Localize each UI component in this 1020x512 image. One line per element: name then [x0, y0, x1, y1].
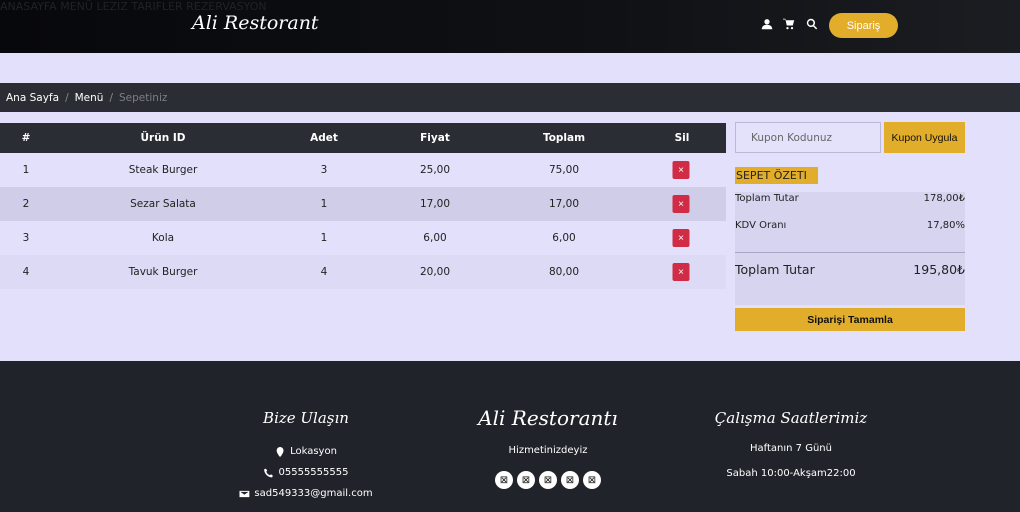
search-icon[interactable]: [806, 18, 820, 32]
cart-summary: Toplam Tutar 178,00₺ KDV Oranı 17,80% To…: [735, 192, 965, 305]
row-qty: 3: [320, 164, 328, 176]
footer-hours-time: Sabah 10:00-Akşam22:00: [726, 468, 856, 479]
footer-tagline: Hizmetinizdeyiz: [508, 445, 588, 456]
row-price: 6,00: [423, 232, 447, 244]
row-total: 75,00: [548, 164, 580, 176]
breadcrumb-home[interactable]: Ana Sayfa: [6, 92, 59, 104]
tax-value: 17,80%: [926, 220, 965, 231]
col-header-price: Fiyat: [420, 132, 450, 144]
row-number: 4: [22, 266, 30, 278]
footer-email[interactable]: sad549333@gmail.com: [239, 488, 373, 499]
col-header-delete: Sil: [674, 132, 690, 144]
footer-location-text: Lokasyon: [290, 446, 337, 457]
complete-order-button[interactable]: Siparişi Tamamla: [735, 308, 965, 331]
footer-phone-text: 05555555555: [278, 467, 349, 478]
delete-row-button[interactable]: ×: [672, 229, 690, 247]
footer-hours-days: Haftanın 7 Günü: [750, 443, 832, 454]
cart-table: # Ürün ID Adet Fiyat Toplam Sil 1 Steak …: [0, 123, 726, 289]
row-total: 17,00: [548, 198, 580, 210]
social-icon[interactable]: ⊠: [517, 471, 535, 489]
row-number: 3: [22, 232, 30, 244]
row-number: 2: [22, 198, 30, 210]
subtotal-value: 178,00₺: [923, 193, 965, 204]
footer-email-text: sad549333@gmail.com: [254, 488, 373, 499]
summary-divider: [735, 252, 965, 253]
row-number: 1: [22, 164, 30, 176]
footer: Bize Ulaşın Lokasyon 05555555555 sad5493…: [0, 361, 1020, 512]
breadcrumb-separator: /: [109, 91, 113, 104]
row-qty: 1: [320, 198, 328, 210]
top-navbar: Ali Restorant ANASAYFA MENÜ LEZIZ TARIFL…: [0, 0, 1020, 53]
total-label: Toplam Tutar: [735, 262, 815, 277]
social-icon[interactable]: ⊠: [495, 471, 513, 489]
delete-row-button[interactable]: ×: [672, 161, 690, 179]
footer-hours-title: Çalışma Saatlerimiz: [714, 409, 868, 427]
nav-menu[interactable]: MENÜ: [60, 0, 93, 13]
breadcrumb: Ana Sayfa / Menü / Sepetiniz: [0, 83, 1020, 112]
total-value: 195,80₺: [913, 262, 965, 277]
breadcrumb-menu[interactable]: Menü: [75, 92, 104, 104]
table-header: # Ürün ID Adet Fiyat Toplam Sil: [0, 123, 726, 153]
location-icon: [276, 446, 284, 457]
subtotal-label: Toplam Tutar: [735, 193, 799, 204]
col-header-total: Toplam: [542, 132, 586, 144]
apply-coupon-button[interactable]: Kupon Uygula: [884, 122, 965, 153]
nav-home[interactable]: ANASAYFA: [0, 0, 57, 13]
delete-row-button[interactable]: ×: [672, 195, 690, 213]
row-price: 17,00: [419, 198, 451, 210]
table-row: 4 Tavuk Burger 4 20,00 80,00 ×: [0, 255, 726, 289]
row-qty: 1: [320, 232, 328, 244]
order-button[interactable]: Sipariş: [829, 13, 898, 38]
footer-brand-title: Ali Restorantı: [478, 406, 618, 430]
row-qty: 4: [320, 266, 328, 278]
coupon-input[interactable]: [735, 122, 881, 153]
row-total: 6,00: [552, 232, 576, 244]
user-icon[interactable]: [761, 18, 775, 32]
table-row: 2 Sezar Salata 1 17,00 17,00 ×: [0, 187, 726, 221]
summary-title: SEPET ÖZETI: [735, 167, 818, 184]
footer-location[interactable]: Lokasyon: [275, 446, 337, 457]
tax-label: KDV Oranı: [735, 220, 787, 231]
phone-icon: [264, 468, 273, 477]
row-total: 80,00: [548, 266, 580, 278]
envelope-icon: [239, 490, 250, 497]
social-links: ⊠ ⊠ ⊠ ⊠ ⊠: [495, 471, 601, 489]
row-product: Steak Burger: [128, 164, 198, 176]
cart-icon[interactable]: [783, 18, 797, 32]
nav-recipes[interactable]: LEZIZ TARIFLER: [96, 0, 182, 13]
delete-row-button[interactable]: ×: [672, 263, 690, 281]
footer-contact-title: Bize Ulaşın: [263, 409, 349, 427]
row-product: Sezar Salata: [130, 198, 196, 210]
col-header-product: Ürün ID: [140, 132, 186, 144]
breadcrumb-current: Sepetiniz: [119, 91, 168, 104]
footer-phone[interactable]: 05555555555: [264, 467, 349, 478]
col-header-number: #: [21, 132, 31, 144]
social-icon[interactable]: ⊠: [583, 471, 601, 489]
breadcrumb-separator: /: [65, 91, 69, 104]
social-icon[interactable]: ⊠: [561, 471, 579, 489]
row-price: 20,00: [419, 266, 451, 278]
table-row: 1 Steak Burger 3 25,00 75,00 ×: [0, 153, 726, 187]
col-header-qty: Adet: [310, 132, 338, 144]
row-product: Kola: [151, 232, 175, 244]
social-icon[interactable]: ⊠: [539, 471, 557, 489]
row-product: Tavuk Burger: [128, 266, 198, 278]
brand-logo[interactable]: Ali Restorant: [192, 12, 319, 34]
row-price: 25,00: [419, 164, 451, 176]
table-row: 3 Kola 1 6,00 6,00 ×: [0, 221, 726, 255]
